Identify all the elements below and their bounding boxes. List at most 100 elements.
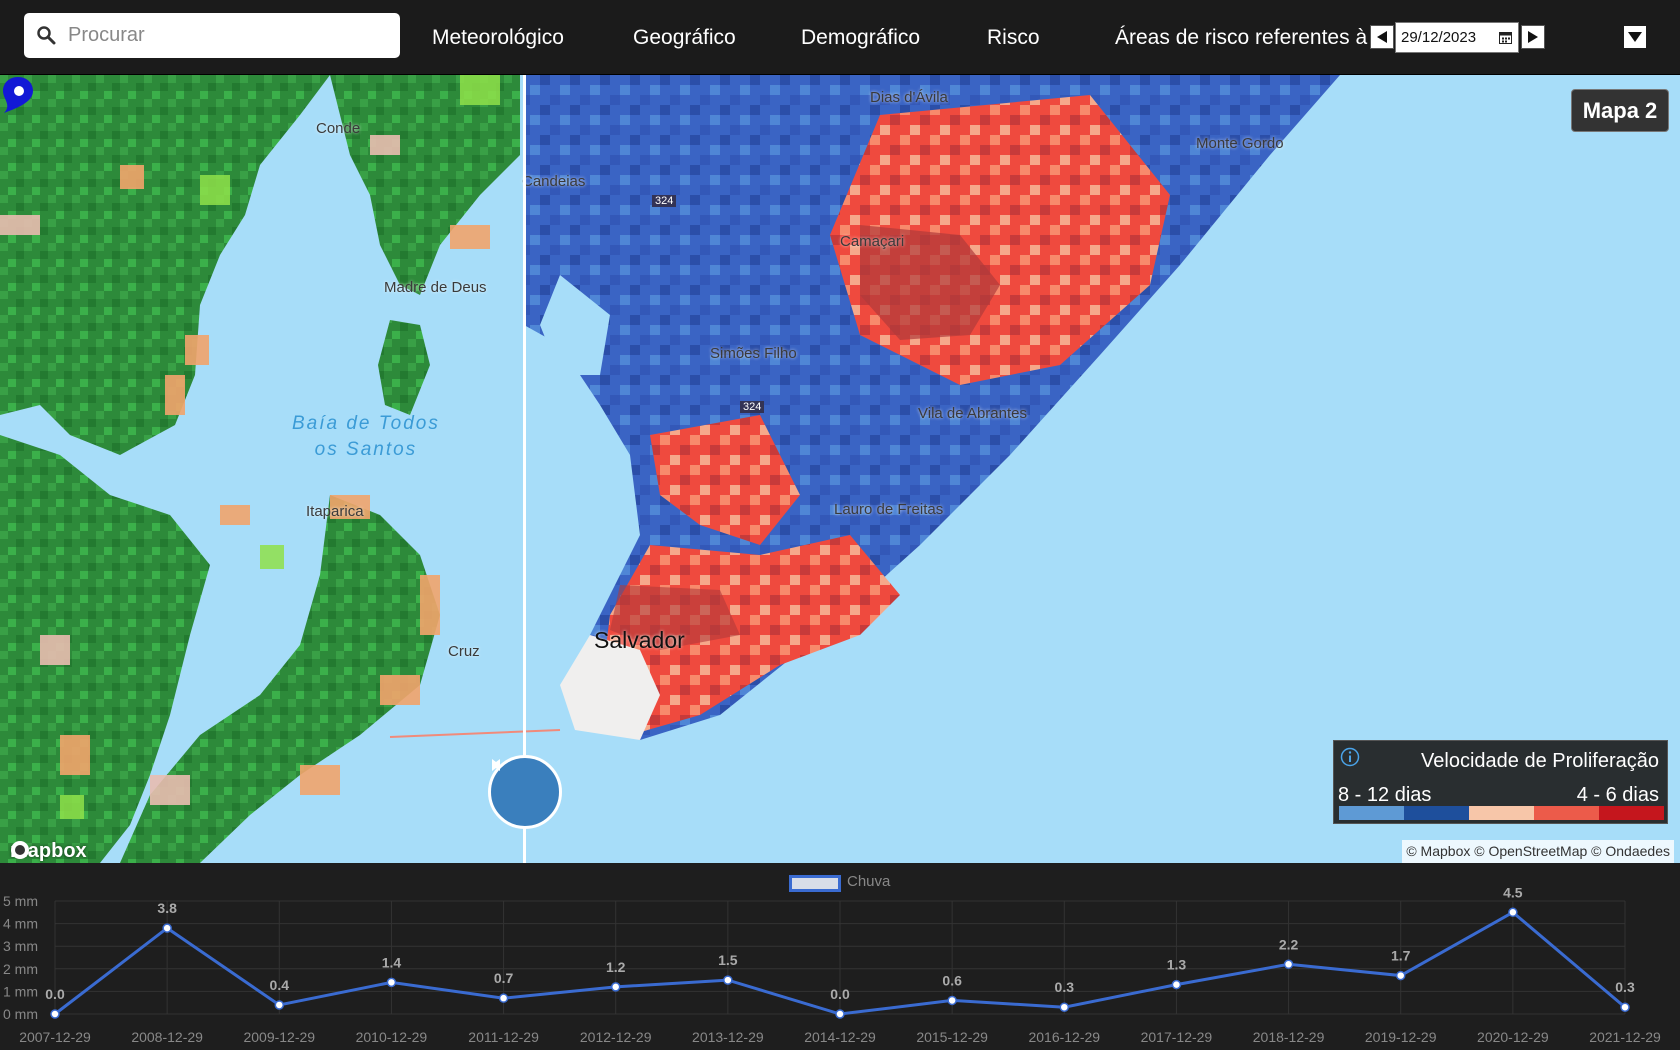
nav-risco[interactable]: Risco xyxy=(987,0,1040,75)
rain-chart: Chuva 0 mm 1 mm 2 mm 3 mm 4 mm 5 mm 2007-12-29… xyxy=(0,863,1680,1050)
x-tick-label: 2016-12-29 xyxy=(1028,1029,1100,1045)
place-itaparica: Itaparica xyxy=(306,503,364,520)
location-pin-icon[interactable] xyxy=(0,75,36,115)
legend-color-3 xyxy=(1534,806,1599,820)
data-label: 1.5 xyxy=(718,952,738,968)
map-attribution[interactable]: © Mapbox © OpenStreetMap © Ondaedes xyxy=(1402,840,1674,863)
chart-canvas: 0 mm 1 mm 2 mm 3 mm 4 mm 5 mm 2007-12-29 2008-1… xyxy=(3,884,1661,1045)
data-label: 0.3 xyxy=(1615,979,1635,995)
data-point xyxy=(1395,970,1406,981)
data-label: 1.7 xyxy=(1391,948,1411,964)
road-shield-324: 324 xyxy=(652,195,677,207)
x-tick-label: 2007-12-29 xyxy=(19,1029,91,1045)
legend-color-2 xyxy=(1469,806,1534,820)
data-point xyxy=(50,1009,60,1019)
nav-meteorologico[interactable]: Meteorológico xyxy=(432,0,564,75)
y-tick-label: 3 mm xyxy=(3,938,38,954)
calendar-icon[interactable] xyxy=(1499,31,1512,44)
risk-date-label: Áreas de risco referentes à xyxy=(1115,26,1368,49)
data-point xyxy=(610,982,621,992)
nav-demografico[interactable]: Demográfico xyxy=(801,0,920,75)
data-point xyxy=(1283,959,1294,970)
search-box[interactable] xyxy=(24,13,400,58)
place-salvador: Salvador xyxy=(594,627,685,653)
place-lauro-de-freitas: Lauro de Freitas xyxy=(834,501,944,518)
triangle-left-icon xyxy=(1377,31,1387,43)
data-point xyxy=(947,995,957,1006)
triangle-down-icon xyxy=(1628,32,1642,42)
data-point xyxy=(274,1000,285,1010)
map-view[interactable]: Conde Madre de Deus Baía de Todos os San… xyxy=(0,75,1680,863)
x-tick-label: 2019-12-29 xyxy=(1365,1029,1437,1045)
nav-geografico[interactable]: Geográfico xyxy=(633,0,736,75)
place-camacari: Camaçari xyxy=(840,233,905,250)
date-input[interactable]: 29/12/2023 xyxy=(1395,22,1519,53)
y-tick-label: 4 mm xyxy=(3,916,38,932)
legend-color-bar xyxy=(1339,806,1664,820)
road-shield-324-b: 324 xyxy=(740,401,765,413)
next-date-button[interactable] xyxy=(1521,25,1545,49)
data-label: 1.2 xyxy=(606,959,626,975)
data-label: 0.0 xyxy=(45,986,65,1002)
data-label: 2.2 xyxy=(1279,936,1299,952)
data-label: 4.5 xyxy=(1503,884,1523,900)
place-baia-line1: Baía de Todos xyxy=(292,413,440,434)
x-tick-label: 2008-12-29 xyxy=(131,1029,203,1045)
mapbox-icon xyxy=(11,841,29,859)
place-candeias: Candeias xyxy=(522,173,586,190)
x-tick-label: 2012-12-29 xyxy=(580,1029,652,1045)
legend-color-0 xyxy=(1339,806,1404,820)
data-label: 3.8 xyxy=(157,900,177,916)
search-input[interactable] xyxy=(68,19,388,52)
x-tick-label: 2014-12-29 xyxy=(804,1029,876,1045)
x-tick-label: 2010-12-29 xyxy=(356,1029,428,1045)
swipe-handle[interactable] xyxy=(488,755,562,829)
map-title-badge: Mapa 2 xyxy=(1571,89,1669,132)
y-tick-label: 5 mm xyxy=(3,893,38,909)
legend-color-1 xyxy=(1404,806,1469,820)
data-point xyxy=(1171,979,1182,990)
place-monte-gordo: Monte Gordo xyxy=(1196,135,1284,152)
data-point xyxy=(386,977,397,988)
place-dias-davila: Dias d'Ávila xyxy=(870,89,948,106)
data-point xyxy=(1508,907,1518,918)
data-point xyxy=(1059,1002,1070,1012)
mapbox-logo[interactable]: mapbox xyxy=(10,840,87,863)
data-label: 0.7 xyxy=(494,970,514,986)
data-point xyxy=(162,923,172,933)
data-label: 0.3 xyxy=(1055,979,1075,995)
x-tick-label: 2021-12-29 xyxy=(1589,1029,1661,1045)
data-label: 0.0 xyxy=(830,986,850,1002)
search-icon xyxy=(37,26,56,45)
data-label: 0.4 xyxy=(270,977,290,993)
data-point xyxy=(723,975,733,985)
data-label: 0.6 xyxy=(942,972,962,988)
date-value: 29/12/2023 xyxy=(1401,29,1477,46)
y-tick-label: 2 mm xyxy=(3,961,38,977)
place-madre-de-deus: Madre de Deus xyxy=(384,279,487,296)
ferry-route xyxy=(389,729,561,738)
triangle-right-icon xyxy=(1528,31,1538,43)
x-tick-label: 2018-12-29 xyxy=(1253,1029,1325,1045)
x-tick-label: 2011-12-29 xyxy=(468,1029,539,1045)
swipe-divider[interactable] xyxy=(523,75,526,863)
menu-toggle-button[interactable] xyxy=(1624,26,1646,48)
x-tick-label: 2020-12-29 xyxy=(1477,1029,1549,1045)
data-label: 1.3 xyxy=(1167,957,1187,973)
legend-low-label: 8 - 12 dias xyxy=(1338,784,1432,806)
info-icon[interactable] xyxy=(1340,747,1360,767)
legend-color-4 xyxy=(1599,806,1664,820)
x-tick-label: 2013-12-29 xyxy=(692,1029,764,1045)
top-bar: Meteorológico Geográfico Demográfico Ris… xyxy=(0,0,1680,75)
left-vegetation-layer xyxy=(0,75,520,863)
previous-date-button[interactable] xyxy=(1370,25,1394,49)
place-baia-line2: os Santos xyxy=(314,439,418,460)
data-point xyxy=(1620,1002,1630,1012)
y-tick-label: 0 mm xyxy=(3,1006,38,1022)
place-conde: Conde xyxy=(316,120,361,137)
legend-title: Velocidade de Proliferação xyxy=(1421,750,1659,772)
place-baia: Baía de Todos os Santos xyxy=(292,411,440,463)
y-tick-label: 1 mm xyxy=(3,983,38,999)
place-simoes-filho: Simões Filho xyxy=(710,345,797,362)
x-tick-label: 2015-12-29 xyxy=(916,1029,988,1045)
